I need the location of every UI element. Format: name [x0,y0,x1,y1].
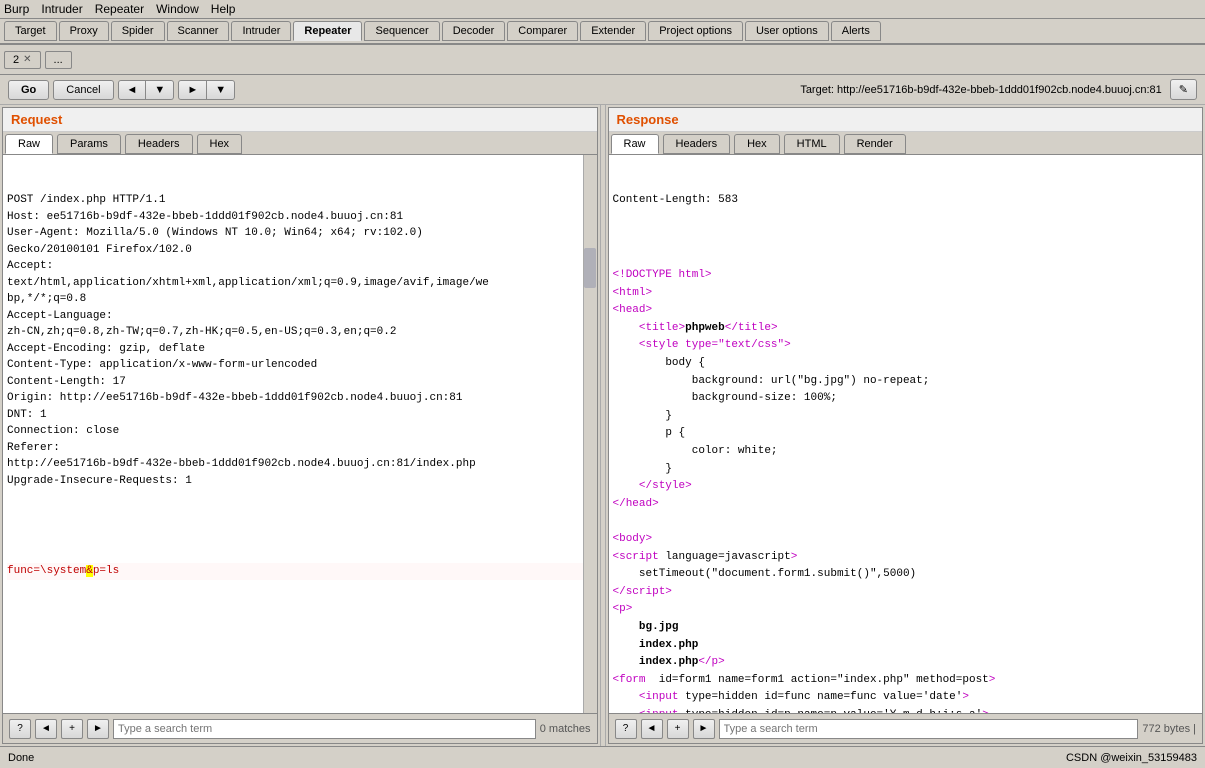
tab-more-label: ... [54,54,63,66]
tab-2-label: 2 [13,54,19,66]
cancel-button[interactable]: Cancel [53,80,113,100]
tab-target[interactable]: Target [4,21,57,41]
response-tab-hex[interactable]: Hex [734,134,780,154]
request-tab-raw[interactable]: Raw [5,134,53,154]
close-tab-2-icon[interactable]: ✕ [23,54,31,65]
tab-extender[interactable]: Extender [580,21,646,41]
request-text: POST /index.php HTTP/1.1 Host: ee51716b-… [7,192,593,489]
back-dropdown-button[interactable]: ▼ [146,80,174,100]
status-bar: Done CSDN @weixin_53159483 [0,746,1205,768]
tab-decoder[interactable]: Decoder [442,21,506,41]
request-tab-more[interactable]: ... [45,51,72,69]
forward-button[interactable]: ► [178,80,207,100]
tab-sequencer[interactable]: Sequencer [364,21,439,41]
request-tab-hex[interactable]: Hex [197,134,243,154]
tab-scanner[interactable]: Scanner [167,21,230,41]
forward-nav-group: ► ▼ [178,80,235,100]
response-inner-tabs: Raw Headers Hex HTML Render [609,132,1203,155]
tab-comparer[interactable]: Comparer [507,21,578,41]
response-match-count: 772 bytes | [1142,723,1196,735]
request-inner-tabs: Raw Params Headers Hex [3,132,597,155]
request-tabs-bar: 2 ✕ ... [0,45,1205,75]
back-button[interactable]: ◄ [118,80,147,100]
tab-repeater[interactable]: Repeater [293,21,362,41]
menu-window[interactable]: Window [156,2,199,16]
menu-burp[interactable]: Burp [4,2,29,16]
tab-proxy[interactable]: Proxy [59,21,109,41]
request-search-next[interactable]: ► [87,719,109,739]
request-panel-title: Request [3,108,597,132]
response-content-area[interactable]: Content-Length: 583 <!DOCTYPE html> <htm… [609,155,1203,713]
menu-help[interactable]: Help [211,2,236,16]
toolbar: Go Cancel ◄ ▼ ► ▼ Target: http://ee51716… [0,75,1205,105]
tab-user-options[interactable]: User options [745,21,829,41]
menu-bar: Burp Intruder Repeater Window Help [0,0,1205,19]
tab-spider[interactable]: Spider [111,21,165,41]
panel-divider[interactable] [600,105,606,746]
main-split: Request Raw Params Headers Hex POST /ind… [0,105,1205,746]
request-panel: Request Raw Params Headers Hex POST /ind… [2,107,598,744]
request-search-add[interactable]: + [61,719,83,739]
tab-project-options[interactable]: Project options [648,21,743,41]
tab-intruder[interactable]: Intruder [231,21,291,41]
response-help-button[interactable]: ? [615,719,637,739]
response-search-input[interactable] [719,719,1139,739]
request-highlight-text: func=\system&p=ls [7,563,593,580]
request-tab-headers[interactable]: Headers [125,134,193,154]
target-edit-button[interactable]: ✎ [1170,79,1197,100]
forward-dropdown-button[interactable]: ▼ [207,80,235,100]
response-tab-headers[interactable]: Headers [663,134,731,154]
response-meta: Content-Length: 583 [613,192,1199,209]
go-button[interactable]: Go [8,80,49,100]
main-tab-bar: Target Proxy Spider Scanner Intruder Rep… [0,19,1205,45]
status-left: Done [8,752,34,764]
back-nav-group: ◄ ▼ [118,80,175,100]
tab-alerts[interactable]: Alerts [831,21,881,41]
response-search-prev[interactable]: ◄ [641,719,663,739]
request-tab-params[interactable]: Params [57,134,121,154]
request-search-input[interactable] [113,719,536,739]
request-scrollbar[interactable] [583,155,597,713]
response-tab-render[interactable]: Render [844,134,906,154]
response-tab-raw[interactable]: Raw [611,134,659,154]
status-right: CSDN @weixin_53159483 [1066,752,1197,764]
response-panel-title: Response [609,108,1203,132]
menu-intruder[interactable]: Intruder [41,2,82,16]
response-panel: Response Raw Headers Hex HTML Render Con… [608,107,1204,744]
response-html-content: <!DOCTYPE html> <html> <head> <title>php… [613,250,1199,714]
target-label: Target: http://ee51716b-b9df-432e-bbeb-1… [800,84,1161,96]
request-content-area[interactable]: POST /index.php HTTP/1.1 Host: ee51716b-… [3,155,597,713]
response-tab-html[interactable]: HTML [784,134,840,154]
response-search-bar: ? ◄ + ► 772 bytes | [609,713,1203,743]
request-match-count: 0 matches [540,723,591,735]
menu-repeater[interactable]: Repeater [95,2,144,16]
request-tab-2[interactable]: 2 ✕ [4,51,41,69]
response-search-next[interactable]: ► [693,719,715,739]
request-search-prev[interactable]: ◄ [35,719,57,739]
request-search-bar: ? ◄ + ► 0 matches [3,713,597,743]
request-help-button[interactable]: ? [9,719,31,739]
response-search-add[interactable]: + [667,719,689,739]
